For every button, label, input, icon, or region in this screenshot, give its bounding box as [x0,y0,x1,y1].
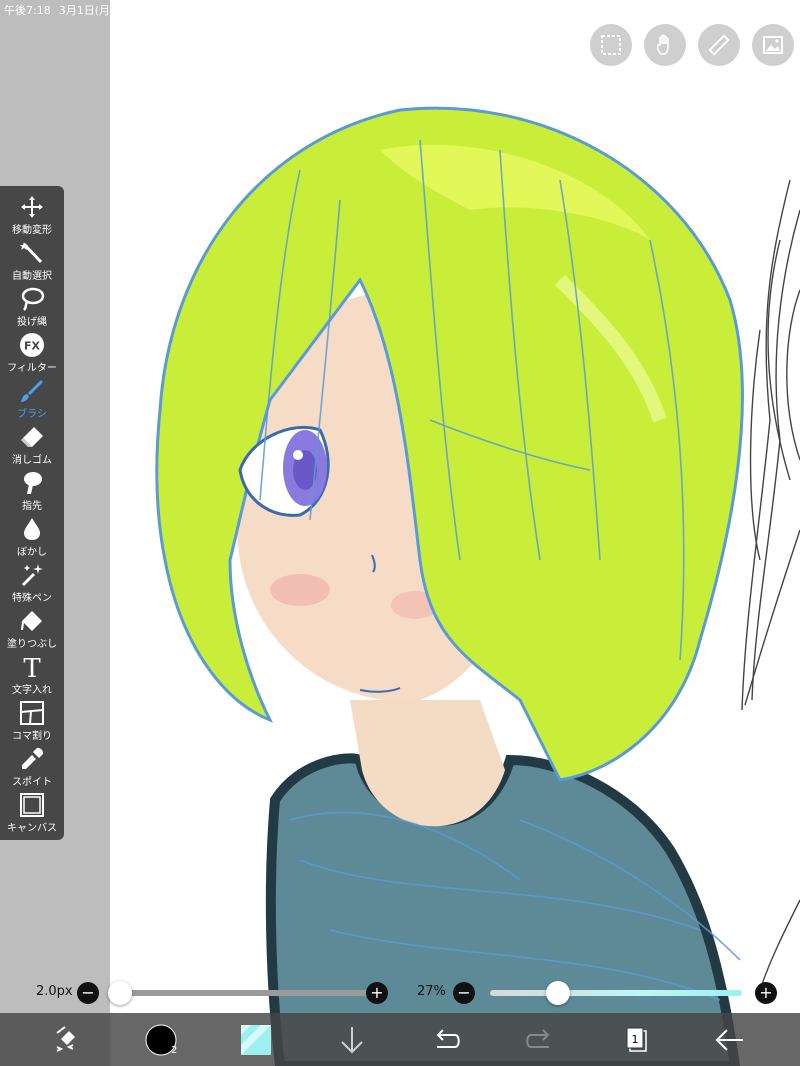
hand-button[interactable] [644,24,686,66]
eyedropper-icon [22,747,44,769]
opacity-slider-thumb[interactable] [546,981,571,1005]
move-icon [21,196,43,218]
selection-icon [601,35,621,55]
back-button[interactable] [700,1013,760,1066]
redo-button[interactable] [510,1013,570,1066]
panel-divider-icon [20,701,44,725]
hand-icon [656,34,669,55]
brush-badge: 2 [171,1045,177,1056]
artwork [155,106,800,1066]
canvas-icon [20,793,44,817]
sparkle-pen-icon [21,564,43,587]
magic-wand-icon [20,242,43,264]
brush-icon [21,380,43,402]
tool-label: スポイト [12,777,52,788]
tool-label: 文字入れ [12,685,52,696]
tool-brush[interactable]: ブラシ [0,376,64,422]
canvas-tools-group [590,24,794,66]
ruler-icon [708,34,730,56]
status-date: 3月1日(月 [58,4,110,17]
tool-lasso[interactable]: 投げ縄 [0,284,64,330]
primary-color-button[interactable]: 2 [132,1013,192,1066]
text-icon: T [23,654,41,680]
bottom-toolbar: 2 1 [0,1013,800,1066]
undo-icon [436,1028,460,1048]
tool-blur[interactable]: ぼかし [0,514,64,560]
layers-icon: 1 [626,1027,647,1052]
brush-size-value: 2.0px [36,984,73,999]
opacity-slider-track[interactable] [490,990,742,996]
opacity-increase-button[interactable]: + [755,982,777,1004]
opacity-decrease-button[interactable]: − [453,982,475,1004]
size-decrease-button[interactable]: − [77,982,99,1004]
tool-palette: 移動変形 自動選択 投げ縄 FX フィルター ブラシ 消しゴム 指先 ぼかし 特… [0,186,64,840]
tool-label: 消しゴム [12,455,52,466]
tool-fill[interactable]: 塗りつぶし [0,606,64,652]
tool-move-transform[interactable]: 移動変形 [0,192,64,238]
secondary-color-button[interactable] [226,1013,286,1066]
drop-icon [24,518,40,540]
size-slider-thumb[interactable] [108,981,132,1005]
tool-text[interactable]: T 文字入れ [0,652,64,698]
layer-count: 1 [632,1033,639,1046]
arrow-left-icon [715,1028,743,1051]
tool-special-pen[interactable]: 特殊ペン [0,560,64,606]
status-bar: 午後7:18 3月1日(月 [0,0,114,20]
size-increase-button[interactable]: + [366,982,388,1004]
undo-button[interactable] [416,1013,476,1066]
drawing-canvas[interactable] [110,0,800,1066]
status-time: 午後7:18 [4,4,51,17]
slider-row: 2.0px − + 27% − + [0,980,800,1006]
finger-smudge-icon [24,472,42,494]
tool-label: 投げ縄 [17,317,47,328]
eraser-icon [21,427,43,447]
tool-label: ぼかし [17,547,47,558]
download-button[interactable] [322,1013,382,1066]
color-swatch-icon: 2 [145,1024,177,1056]
tool-label: 移動変形 [12,225,52,236]
tool-finger[interactable]: 指先 [0,468,64,514]
tool-label: 指先 [22,501,42,512]
tool-frame-divider[interactable]: コマ割り [0,698,64,744]
tool-filter[interactable]: FX フィルター [0,330,64,376]
brush-eraser-swap-icon [56,1025,75,1052]
arrow-down-icon [341,1026,363,1053]
lasso-icon [21,287,45,311]
tool-label: ブラシ [17,409,47,420]
bucket-icon [21,611,42,631]
svg-text:T: T [23,654,41,680]
tool-label: 特殊ペン [12,593,52,604]
transparent-swatch-icon [241,1024,271,1055]
tool-auto-select[interactable]: 自動選択 [0,238,64,284]
selection-button[interactable] [590,24,632,66]
redo-icon [526,1028,550,1048]
size-slider-track[interactable] [120,990,376,996]
image-icon [763,36,783,54]
svg-text:FX: FX [24,340,41,353]
tool-label: 自動選択 [12,271,52,282]
tool-label: フィルター [7,363,57,374]
ruler-button[interactable] [698,24,740,66]
swap-tools-button[interactable] [36,1013,96,1066]
tool-canvas[interactable]: キャンバス [0,790,64,836]
fx-icon: FX [20,333,44,357]
tool-eyedropper[interactable]: スポイト [0,744,64,790]
tool-label: コマ割り [12,731,52,742]
layers-button[interactable]: 1 [606,1013,666,1066]
tool-label: 塗りつぶし [6,639,58,650]
tool-eraser[interactable]: 消しゴム [0,422,64,468]
image-button[interactable] [752,24,794,66]
tool-label: キャンバス [7,823,57,834]
sketch-lines-right [741,179,800,991]
opacity-value: 27% [417,984,446,999]
